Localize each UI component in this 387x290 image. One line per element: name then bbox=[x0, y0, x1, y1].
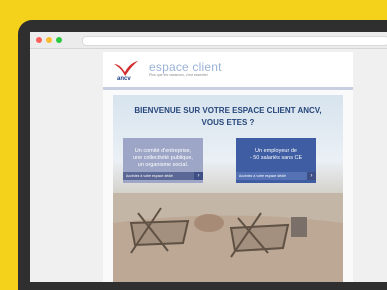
browser-titlebar bbox=[30, 32, 387, 49]
button-label: Accédez à votre espace dédié bbox=[239, 174, 286, 178]
minimize-window-icon[interactable] bbox=[46, 37, 52, 43]
welcome-headline-line1: BIENVENUE SUR VOTRE ESPACE CLIENT ANCV, bbox=[134, 106, 322, 115]
site-header: ancv espace client Plus que les vacances… bbox=[103, 52, 353, 90]
close-window-icon[interactable] bbox=[36, 37, 42, 43]
welcome-headline: BIENVENUE SUR VOTRE ESPACE CLIENT ANCV, … bbox=[113, 105, 343, 129]
chevron-right-icon: › bbox=[194, 172, 203, 180]
browser-viewport: ancv espace client Plus que les vacances… bbox=[30, 49, 387, 282]
beach-chairs-image bbox=[113, 193, 343, 282]
web-page: ancv espace client Plus que les vacances… bbox=[103, 52, 353, 282]
logo-text: ancv bbox=[117, 76, 131, 82]
card-text-line: Un comité d'entreprise, bbox=[134, 148, 192, 154]
card-text-line: Un employeur de bbox=[255, 148, 297, 154]
card-text-line: une collectivité publique, bbox=[133, 155, 193, 161]
access-space-button-small-employer[interactable]: Accédez à votre espace dédié › bbox=[236, 172, 316, 180]
browser-window: ancv espace client Plus que les vacances… bbox=[30, 32, 387, 282]
maximize-window-icon[interactable] bbox=[56, 37, 62, 43]
brand-title: espace client bbox=[149, 60, 222, 74]
card-text-line: - 50 salariés sans CE bbox=[249, 155, 303, 161]
address-bar[interactable] bbox=[82, 36, 387, 46]
card-text-line: un organisme social. bbox=[137, 162, 189, 168]
chevron-right-icon: › bbox=[307, 172, 316, 180]
brand-tagline: Plus que les vacances, c'est essentiel bbox=[149, 73, 208, 77]
access-space-button-works-council[interactable]: Accédez à votre espace dédié › bbox=[123, 172, 203, 180]
welcome-headline-line2: VOUS ETES ? bbox=[201, 118, 255, 127]
hero-section: BIENVENUE SUR VOTRE ESPACE CLIENT ANCV, … bbox=[113, 95, 343, 282]
button-label: Accédez à votre espace dédié bbox=[126, 174, 173, 178]
